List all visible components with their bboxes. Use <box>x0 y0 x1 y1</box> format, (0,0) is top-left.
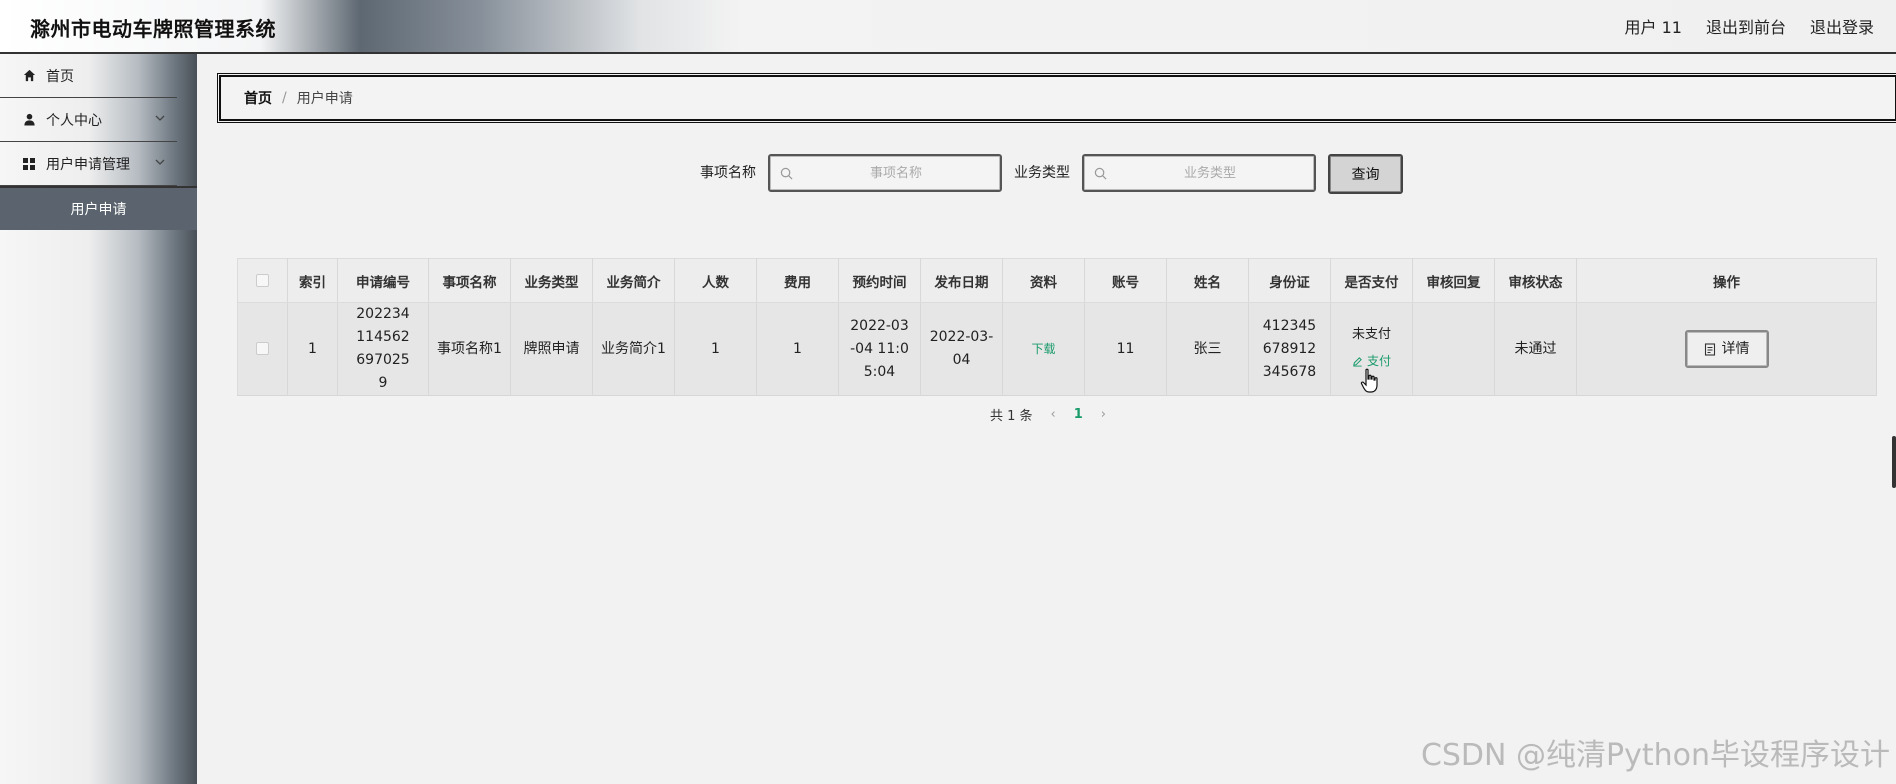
pagination: 共 1 条 ‹ 1 › <box>990 405 1106 424</box>
table-row: 1 2022341145626970259 事项名称1 牌照申请 业务简介1 1… <box>237 302 1877 396</box>
column-header: 发布日期 <box>920 258 1003 303</box>
back-to-front-link[interactable]: 退出到前台 <box>1706 14 1786 38</box>
column-header: 审核回复 <box>1412 258 1495 303</box>
column-header: 申请编号 <box>337 258 429 303</box>
chevron-down-icon <box>155 115 165 121</box>
cell-people-count: 1 <box>674 302 757 396</box>
business-type-field <box>1082 154 1316 192</box>
cell-item-name: 事项名称1 <box>428 302 511 396</box>
cell-actions: 详情 <box>1576 302 1877 396</box>
column-header: 业务类型 <box>510 258 593 303</box>
sidebar-item-user-application[interactable]: 用户申请 <box>0 186 197 230</box>
cell-account: 11 <box>1084 302 1167 396</box>
next-page-button[interactable]: › <box>1101 407 1106 422</box>
sidebar-item-personal-center[interactable]: 个人中心 <box>0 98 177 142</box>
cell-publish-date: 2022-03-04 <box>920 302 1003 396</box>
cell-material: 下载 <box>1002 302 1085 396</box>
business-type-input[interactable] <box>1110 156 1310 190</box>
breadcrumb-home[interactable]: 首页 <box>244 88 272 108</box>
breadcrumb-separator: / <box>282 90 287 106</box>
column-header: 审核状态 <box>1494 258 1577 303</box>
scrollbar-thumb[interactable] <box>1892 436 1896 488</box>
page-number-button[interactable]: 1 <box>1074 407 1083 422</box>
query-button[interactable]: 查询 <box>1328 154 1403 194</box>
item-name-label: 事项名称 <box>700 165 756 181</box>
previous-page-button[interactable]: ‹ <box>1051 407 1056 422</box>
cell-name: 张三 <box>1166 302 1249 396</box>
cell-review-reply <box>1412 302 1495 396</box>
sidebar-item-home[interactable]: 首页 <box>0 54 177 98</box>
breadcrumb: 首页 / 用户申请 <box>217 73 1896 123</box>
current-user-label: 用户 11 <box>1624 18 1682 37</box>
cell-application-number: 2022341145626970259 <box>337 302 429 396</box>
search-bar: 事项名称 业务类型 查询 <box>0 152 1896 194</box>
header-actions: 用户 11 退出到前台 退出登录 <box>1625 14 1874 38</box>
cell-id-card: 412345678912345678 <box>1248 302 1331 396</box>
column-header: 费用 <box>756 258 839 303</box>
app-title: 滁州市电动车牌照管理系统 <box>30 17 276 41</box>
detail-button-label: 详情 <box>1721 340 1750 357</box>
business-type-label: 业务类型 <box>1014 165 1070 181</box>
application-table: 索引 申请编号 事项名称 业务类型 业务简介 人数 费用 预约时间 发布日期 资… <box>237 258 1877 396</box>
download-link[interactable]: 下载 <box>1031 342 1055 356</box>
logout-link[interactable]: 退出登录 <box>1810 14 1874 38</box>
column-header: 业务简介 <box>592 258 675 303</box>
item-name-input[interactable] <box>796 156 996 190</box>
column-header: 身份证 <box>1248 258 1331 303</box>
cell-index: 1 <box>287 302 338 396</box>
search-icon <box>780 167 793 180</box>
search-icon <box>1094 167 1107 180</box>
top-header: 滁州市电动车牌照管理系统 用户 11 退出到前台 退出登录 <box>0 0 1896 54</box>
column-header: 账号 <box>1084 258 1167 303</box>
breadcrumb-current: 用户申请 <box>296 91 353 107</box>
cell-business-intro: 业务简介1 <box>592 302 675 396</box>
document-icon <box>1704 342 1715 356</box>
column-header: 索引 <box>287 258 338 303</box>
user-icon <box>22 113 36 127</box>
table-header-row: 索引 申请编号 事项名称 业务类型 业务简介 人数 费用 预约时间 发布日期 资… <box>237 258 1877 303</box>
row-select-cell <box>237 302 288 396</box>
column-header: 事项名称 <box>428 258 511 303</box>
pagination-total: 共 1 条 <box>990 409 1033 424</box>
item-name-field <box>768 154 1002 192</box>
column-header: 操作 <box>1576 258 1877 303</box>
column-header: 预约时间 <box>838 258 921 303</box>
sidebar-item-label: 个人中心 <box>46 112 102 129</box>
payment-status-text: 未支付 <box>1351 327 1391 342</box>
cell-business-type: 牌照申请 <box>510 302 593 396</box>
row-checkbox[interactable] <box>256 342 269 355</box>
watermark-text: CSDN @纯清Python毕设程序设计 <box>1420 738 1890 773</box>
home-icon <box>22 69 36 83</box>
hand-cursor-icon <box>1360 368 1378 393</box>
column-header: 资料 <box>1002 258 1085 303</box>
edit-icon <box>1353 357 1362 367</box>
column-header: 姓名 <box>1166 258 1249 303</box>
select-all-cell <box>237 258 288 303</box>
sidebar-item-label: 首页 <box>46 68 74 85</box>
column-header: 是否支付 <box>1330 258 1413 303</box>
cell-appointment-time: 2022-03-04 11:05:04 <box>838 302 921 396</box>
detail-button[interactable]: 详情 <box>1684 330 1769 368</box>
column-header: 人数 <box>674 258 757 303</box>
cell-review-status: 未通过 <box>1494 302 1577 396</box>
cell-fee: 1 <box>756 302 839 396</box>
select-all-checkbox[interactable] <box>256 274 269 287</box>
